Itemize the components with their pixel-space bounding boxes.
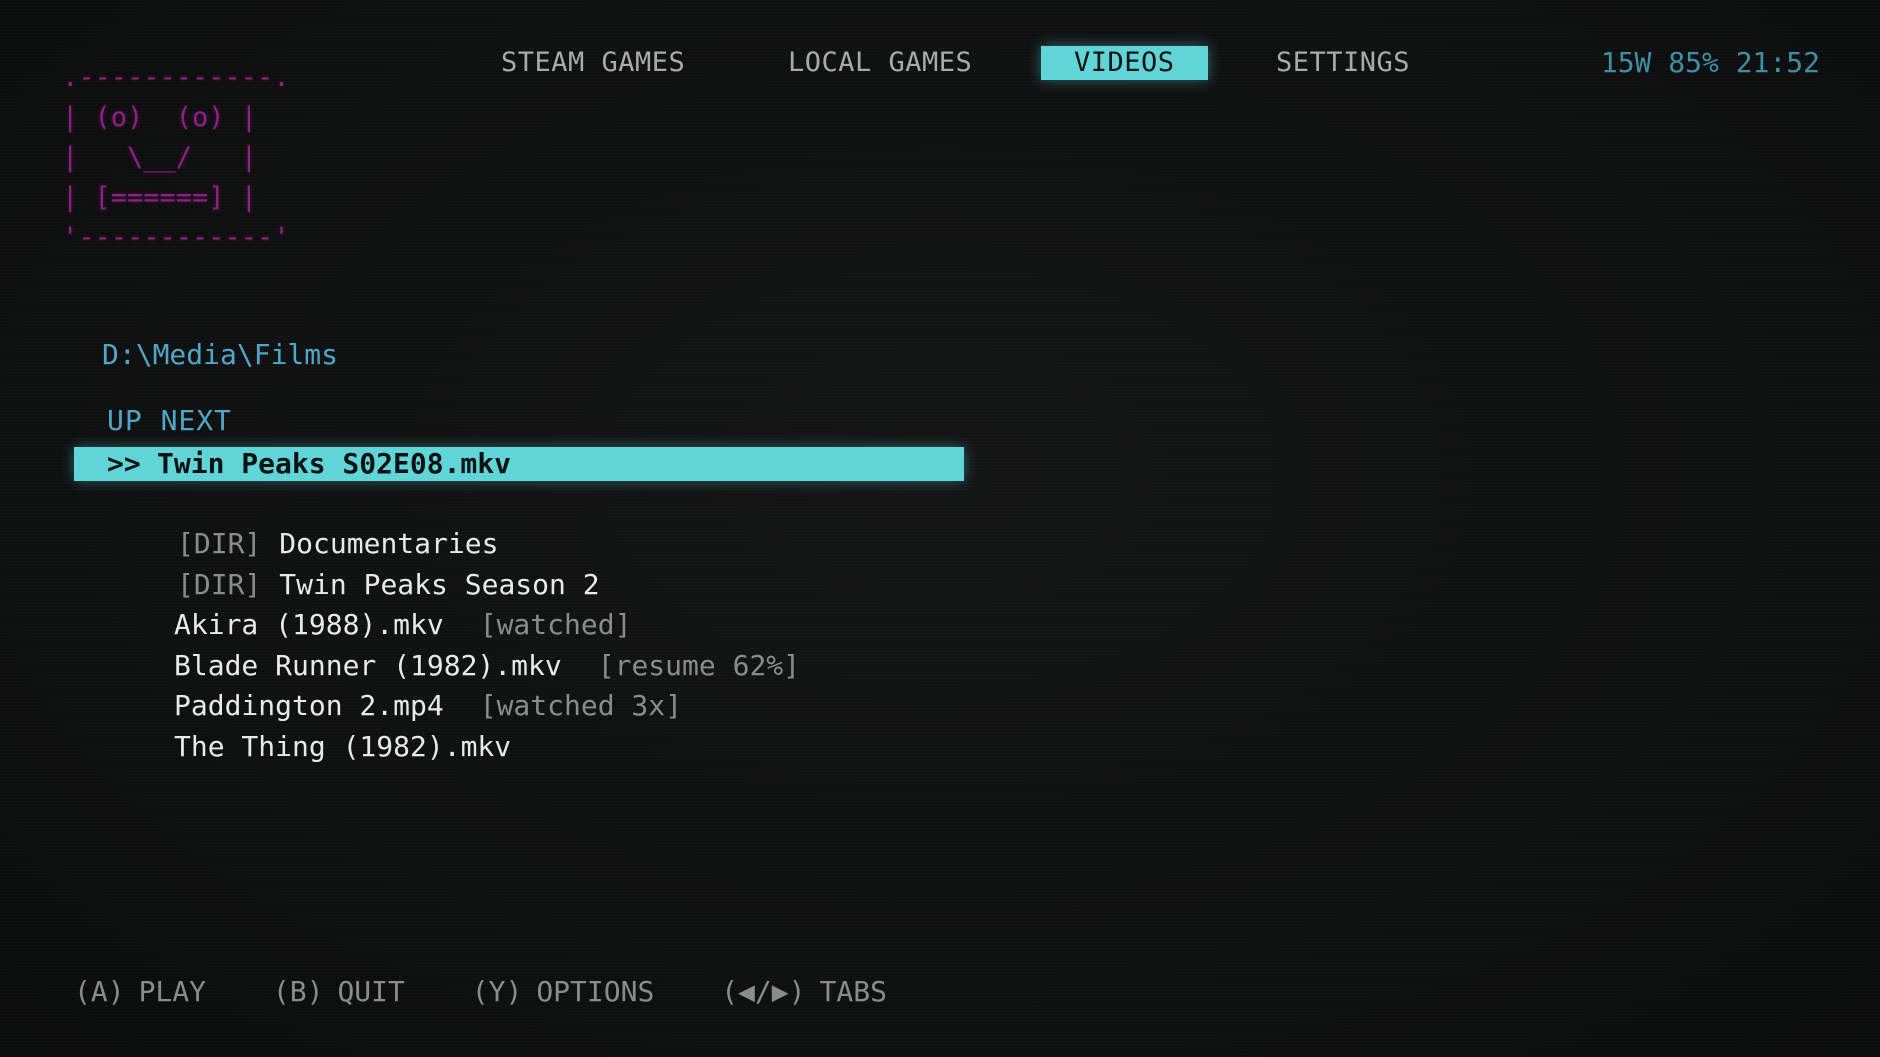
watch-status: [watched 3x] [479, 689, 683, 722]
list-item-dir[interactable]: [DIR] Twin Peaks Season 2 [174, 565, 800, 606]
up-next-item[interactable]: >> Twin Peaks S02E08.mkv [74, 447, 964, 481]
file-list: [DIR] Documentaries [DIR] Twin Peaks Seaso… [174, 524, 800, 767]
entry-name: Twin Peaks Season 2 [279, 567, 600, 601]
bumper-arrows-icon: (◀/▶) [721, 975, 806, 1008]
list-item-dir[interactable]: [DIR] Documentaries [174, 524, 800, 565]
entry-name: Documentaries [279, 527, 499, 560]
entry-name: Paddington 2.mp4 [174, 689, 444, 722]
tab-local-games[interactable]: LOCAL GAMES [788, 46, 972, 80]
up-next-label: UP NEXT [107, 404, 233, 437]
tab-steam-games[interactable]: STEAM GAMES [501, 46, 685, 80]
tabs-label: TABS [819, 975, 887, 1008]
selection-marker: >> [107, 447, 141, 480]
y-button-key: (Y) [471, 975, 523, 1008]
up-next-filename: Twin Peaks S02E08.mkv [157, 447, 512, 480]
entry-name: Akira (1988).mkv [174, 608, 444, 641]
controls-hint-bar: (A) PLAY (B) QUIT (Y) OPTIONS (◀/▶) TABS [74, 975, 937, 1008]
play-label: PLAY [138, 975, 207, 1008]
dir-tag: [DIR] [177, 527, 262, 560]
play-control[interactable]: (A) PLAY [74, 975, 206, 1008]
list-item-file[interactable]: Akira (1988).mkv [watched] [174, 605, 800, 646]
ascii-robot-logo: .------------. | (o) (o) | | \__/ | | [=… [62, 62, 290, 253]
a-button-key: (A) [74, 975, 125, 1008]
entry-name: Blade Runner (1982).mkv [174, 648, 562, 682]
options-control[interactable]: (Y) OPTIONS [472, 975, 655, 1008]
list-item-file[interactable]: Blade Runner (1982).mkv [resume 62%] [174, 646, 800, 687]
status-readout: 15W 85% 21:52 [1600, 46, 1820, 79]
list-item-file[interactable]: Paddington 2.mp4 [watched 3x] [174, 686, 800, 727]
quit-control[interactable]: (B) QUIT [273, 975, 405, 1008]
watch-status: [resume 62%] [597, 648, 801, 682]
current-path: D:\Media\Films [102, 338, 339, 371]
tab-settings[interactable]: SETTINGS [1276, 46, 1410, 80]
entry-name: The Thing (1982).mkv [174, 729, 512, 763]
watch-status: [watched] [479, 608, 632, 641]
tab-videos[interactable]: VIDEOS [1041, 46, 1208, 80]
app-screen: .------------. | (o) (o) | | \__/ | | [=… [0, 0, 1880, 1057]
list-item-file[interactable]: The Thing (1982).mkv [174, 727, 800, 768]
dir-tag: [DIR] [177, 567, 262, 601]
tabs-control[interactable]: (◀/▶) TABS [721, 975, 887, 1008]
options-label: OPTIONS [536, 975, 655, 1008]
b-button-key: (B) [272, 975, 324, 1008]
quit-label: QUIT [337, 975, 405, 1008]
